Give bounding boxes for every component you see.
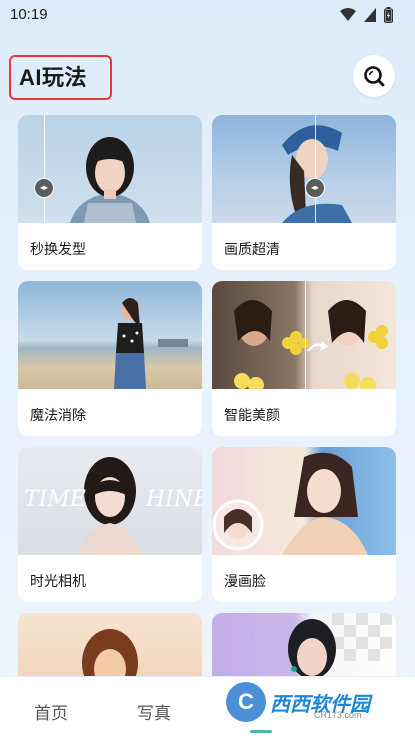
comic-face-thumbnail xyxy=(212,447,396,555)
overlay-text-left: TIME xyxy=(24,487,86,512)
search-icon xyxy=(364,66,385,87)
status-time: 10:19 xyxy=(10,6,48,23)
card-label: 漫画脸 xyxy=(224,573,266,589)
wifi-icon xyxy=(340,8,356,21)
card-label: 魔法消除 xyxy=(30,407,86,423)
compare-divider xyxy=(305,281,306,389)
overlay-text-right: HINE xyxy=(146,487,202,512)
nav-home[interactable]: 首页 xyxy=(34,699,68,724)
card-super-resolution[interactable]: ◂▸ 画质超清 xyxy=(212,115,396,270)
super-resolution-thumbnail: ◂▸ xyxy=(212,115,396,223)
compare-handle[interactable]: ◂▸ xyxy=(305,178,325,198)
search-button[interactable] xyxy=(353,55,395,97)
time-camera-thumbnail: TIME HINE xyxy=(18,447,202,555)
card-magic-eraser[interactable]: 魔法消除 xyxy=(18,281,202,436)
card-label: 画质超清 xyxy=(224,241,280,257)
card-smart-beauty[interactable]: 智能美颜 xyxy=(212,281,396,436)
watermark-logo: C 西西软件园 CR173.com xyxy=(222,680,392,724)
card-time-camera[interactable]: TIME HINE 时光相机 xyxy=(18,447,202,602)
card-comic-face[interactable]: 漫画脸 xyxy=(212,447,396,602)
compare-divider xyxy=(315,115,316,223)
active-tab-indicator xyxy=(250,730,272,733)
watermark-logo-icon: C xyxy=(226,682,266,722)
watermark-site: CR173.com xyxy=(314,710,362,720)
card-label: 时光相机 xyxy=(30,573,86,589)
signal-icon xyxy=(364,8,376,22)
compare-handle[interactable]: ◂▸ xyxy=(34,178,54,198)
status-bar: 10:19 xyxy=(0,0,415,30)
page-title: AI玩法 xyxy=(9,55,112,100)
magic-eraser-thumbnail xyxy=(18,281,202,389)
status-icons xyxy=(340,7,393,23)
battery-icon xyxy=(384,7,393,23)
hairstyle-thumbnail: ◂▸ xyxy=(18,115,202,223)
card-hairstyle[interactable]: ◂▸ 秒换发型 xyxy=(18,115,202,270)
nav-portrait[interactable]: 写真 xyxy=(137,699,171,724)
smart-beauty-thumbnail xyxy=(212,281,396,389)
card-label: 秒换发型 xyxy=(30,241,86,257)
compare-divider xyxy=(44,115,45,223)
card-label: 智能美颜 xyxy=(224,407,280,423)
